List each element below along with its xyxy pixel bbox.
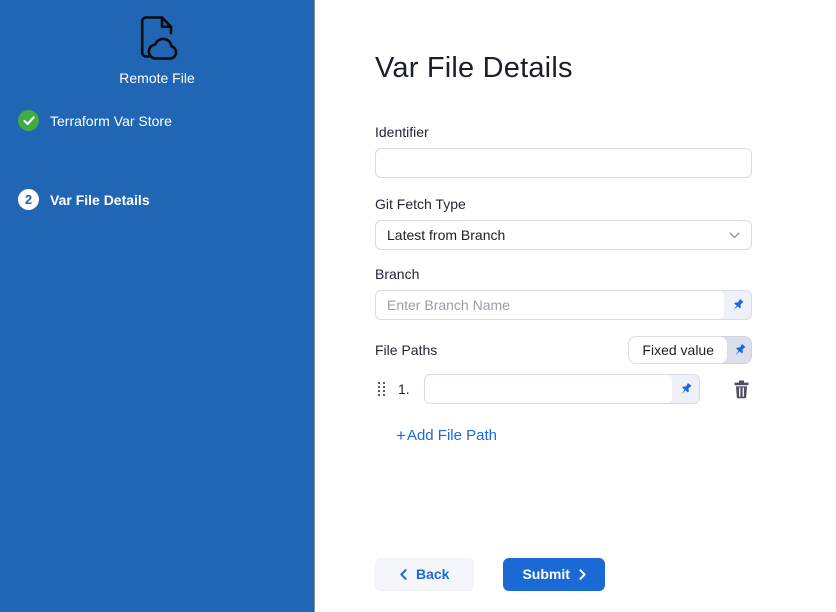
chevron-down-icon [729, 232, 740, 239]
file-path-row: 1. [375, 374, 752, 404]
wizard-footer: Back Submit [375, 558, 752, 591]
file-paths-value-type-group: Fixed value [628, 336, 752, 364]
git-fetch-type-field-group: Git Fetch Type Latest from Branch [375, 196, 752, 250]
git-fetch-type-value: Latest from Branch [387, 227, 729, 243]
drag-handle-icon[interactable] [378, 382, 385, 396]
file-path-pin-icon[interactable] [672, 375, 699, 403]
plus-icon: + [396, 429, 406, 443]
wizard-sidebar: Remote File Terraform Var Store 2 Var Fi… [0, 0, 315, 612]
file-path-row-index: 1. [398, 381, 412, 397]
git-fetch-type-label: Git Fetch Type [375, 196, 752, 212]
branch-input-wrapper [375, 290, 752, 320]
git-fetch-type-select[interactable]: Latest from Branch [375, 220, 752, 250]
branch-pin-icon[interactable] [724, 291, 751, 319]
page-title: Var File Details [375, 50, 836, 86]
identifier-field-group: Identifier [375, 124, 752, 178]
fixed-value-button[interactable]: Fixed value [628, 336, 728, 364]
delete-file-path-button[interactable] [731, 378, 752, 401]
identifier-input[interactable] [375, 148, 752, 178]
step-number-badge: 2 [18, 189, 39, 210]
chevron-right-icon [579, 569, 586, 580]
trash-icon [733, 380, 750, 399]
branch-input[interactable] [376, 291, 724, 319]
remote-file-icon [130, 12, 184, 64]
submit-button[interactable]: Submit [503, 558, 604, 591]
step-complete-check-icon [18, 110, 39, 131]
var-file-wizard: Remote File Terraform Var Store 2 Var Fi… [0, 0, 836, 612]
add-file-path-link[interactable]: + Add File Path [396, 427, 497, 444]
file-path-input-wrapper [424, 374, 700, 404]
var-file-form: Identifier Git Fetch Type Latest from Br… [375, 124, 752, 591]
add-file-path-label: Add File Path [407, 427, 497, 444]
file-paths-header: File Paths Fixed value [375, 336, 752, 364]
sidebar-step-terraform-var-store[interactable]: Terraform Var Store [0, 110, 314, 131]
step-label: Var File Details [50, 192, 150, 208]
step-label: Terraform Var Store [50, 113, 172, 129]
identifier-label: Identifier [375, 124, 752, 140]
branch-field-group: Branch [375, 266, 752, 320]
var-file-details-panel: Var File Details Identifier Git Fetch Ty… [316, 0, 836, 612]
branch-label: Branch [375, 266, 752, 282]
back-button[interactable]: Back [375, 558, 474, 591]
chevron-left-icon [400, 569, 407, 580]
store-type-label: Remote File [0, 70, 314, 86]
store-type-header: Remote File [0, 0, 314, 86]
submit-button-label: Submit [522, 566, 569, 582]
file-paths-label: File Paths [375, 342, 437, 358]
file-path-input[interactable] [425, 375, 672, 403]
sidebar-step-var-file-details[interactable]: 2 Var File Details [0, 189, 314, 210]
back-button-label: Back [416, 566, 449, 582]
